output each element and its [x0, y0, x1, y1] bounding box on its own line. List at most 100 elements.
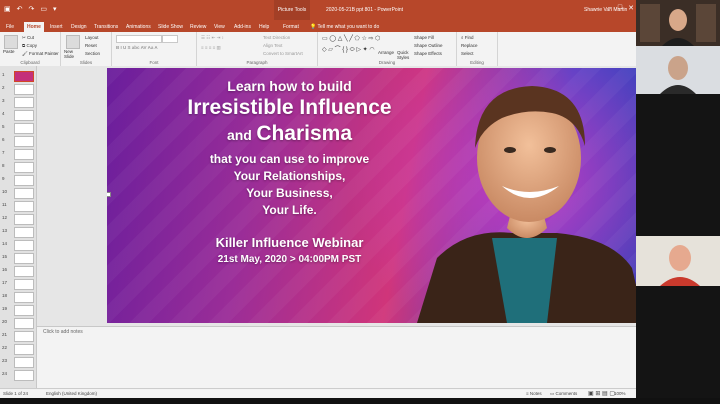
copy-button[interactable]: ⧉ Copy [22, 43, 37, 48]
shape-outline-button[interactable]: Shape Outline [414, 43, 443, 48]
thumbnail-slide[interactable]: 2 [2, 83, 34, 95]
redo-icon[interactable]: ↷ [29, 6, 35, 13]
thumbnail-slide[interactable]: 16 [2, 265, 34, 277]
slide-number: 16 [2, 267, 8, 272]
tab-file[interactable]: File [3, 22, 17, 32]
tab-slide-show[interactable]: Slide Show [155, 22, 186, 32]
format-painter-button[interactable]: 🖌 Format Painter [22, 51, 59, 57]
slide-subline-4: Your Life. [262, 203, 317, 217]
shapes-gallery-row2[interactable]: ◇ ▱ ⌒ { } ⬭ ▷ ✦ ◠ [322, 44, 375, 54]
notes-placeholder: Click to add notes [43, 329, 83, 335]
paste-icon[interactable] [4, 35, 18, 49]
presenter-photo[interactable] [407, 68, 636, 323]
comments-toggle[interactable]: ▭ Comments [550, 391, 577, 397]
font-size-box[interactable] [162, 35, 178, 43]
tell-me-box[interactable]: 💡 Tell me what you want to do [310, 22, 379, 32]
thumbnail-slide[interactable]: 15 [2, 252, 34, 264]
thumbnail-slide[interactable]: 7 [2, 148, 34, 160]
new-slide-icon[interactable] [66, 35, 80, 49]
notes-toggle[interactable]: ≡ Notes [526, 391, 542, 396]
cut-button[interactable]: ✂ Cut [22, 35, 34, 41]
thumbnail-slide[interactable]: 21 [2, 330, 34, 342]
tab-review[interactable]: Review [187, 22, 209, 32]
thumbnail-slide[interactable]: 11 [2, 200, 34, 212]
scissors-icon: ✂ [22, 35, 26, 40]
language-indicator[interactable]: English (United Kingdom) [46, 391, 97, 396]
thumbnail-slide[interactable]: 13 [2, 226, 34, 238]
slide-number: 7 [2, 150, 5, 155]
view-buttons[interactable]: ▣ ⊞ ▤ ▢ [588, 390, 615, 397]
close-icon[interactable]: ✕ [628, 4, 634, 12]
zoom-level[interactable]: 100% [614, 391, 626, 396]
slide-thumbnail [14, 201, 34, 212]
webcam-feed-empty [636, 286, 720, 398]
undo-icon[interactable]: ↶ [17, 6, 23, 13]
thumbnail-slide[interactable]: 4 [2, 109, 34, 121]
quick-styles-button[interactable]: Quick Styles [397, 50, 413, 60]
slide-number: 8 [2, 163, 5, 168]
slide-thumbnails-pane[interactable]: 1 2 3 4 5 6 7 8 9 10 11 12 13 14 15 16 1… [0, 66, 37, 388]
slide-thumbnail [14, 253, 34, 264]
current-slide[interactable]: Learn how to build Irresistible Influenc… [107, 68, 636, 323]
thumbnail-slide[interactable]: 10 [2, 187, 34, 199]
shape-effects-button[interactable]: Shape Effects [414, 51, 442, 56]
shape-fill-button[interactable]: Shape Fill [414, 35, 434, 40]
tab-add-ins[interactable]: Add-ins [231, 22, 254, 32]
save-icon[interactable]: ▣ [4, 6, 11, 13]
thumbnail-slide[interactable]: 14 [2, 239, 34, 251]
layout-button[interactable]: Layout [85, 35, 99, 40]
section-button[interactable]: Section [85, 51, 100, 56]
tab-insert[interactable]: Insert [47, 22, 66, 32]
thumbnail-slide[interactable]: 5 [2, 122, 34, 134]
align-text-button[interactable]: Align Text [263, 43, 282, 48]
thumbnail-slide[interactable]: 22 [2, 343, 34, 355]
charisma-text: Charisma [256, 122, 353, 145]
maximize-icon[interactable]: □ [618, 4, 622, 12]
font-format-icons[interactable]: B I U S abc AV Aa A [116, 45, 158, 50]
convert-smartart-button[interactable]: Convert to SmartArt [263, 51, 303, 56]
notes-pane[interactable]: Click to add notes [37, 326, 636, 389]
slides-group: New Slide Layout Reset Section Slides [61, 32, 112, 66]
align-icons[interactable]: ≡ ≡ ≡ ≡ ▥ [201, 45, 221, 51]
thumbnail-slide[interactable]: 1 [2, 70, 34, 82]
thumbnail-slide[interactable]: 20 [2, 317, 34, 329]
tab-format[interactable]: Format [280, 22, 302, 32]
thumbnail-slide[interactable]: 6 [2, 135, 34, 147]
font-name-box[interactable] [116, 35, 162, 43]
list-icons[interactable]: ☰ ☷ ⇤ ⇥ ↕ [201, 35, 224, 41]
tab-design[interactable]: Design [68, 22, 90, 32]
text-direction-button[interactable]: Text Direction [263, 35, 290, 40]
tab-help[interactable]: Help [256, 22, 272, 32]
paste-button[interactable]: Paste [3, 49, 15, 54]
tab-animations[interactable]: Animations [123, 22, 154, 32]
thumbnail-slide[interactable]: 8 [2, 161, 34, 173]
reset-button[interactable]: Reset [85, 43, 97, 48]
thumbnail-slide[interactable]: 3 [2, 96, 34, 108]
thumbnail-slide[interactable]: 23 [2, 356, 34, 368]
tab-view[interactable]: View [211, 22, 228, 32]
new-slide-button[interactable]: New Slide [64, 49, 84, 59]
selection-handle[interactable] [107, 192, 111, 197]
slide-thumbnail [14, 370, 34, 381]
tab-transitions[interactable]: Transitions [91, 22, 121, 32]
arrange-button[interactable]: Arrange [378, 50, 394, 55]
replace-button[interactable]: Replace [461, 43, 478, 48]
thumbnail-slide[interactable]: 9 [2, 174, 34, 186]
tab-home[interactable]: Home [24, 22, 44, 32]
thumbnail-slide[interactable]: 24 [2, 369, 34, 381]
thumbnail-slide[interactable]: 17 [2, 278, 34, 290]
ribbon-tabs: File Home Insert Design Transitions Anim… [0, 20, 636, 32]
shapes-gallery[interactable]: ▭ ◯ △ ╲ ╱ ⬠ ☆ ⇨ ⬡ [322, 35, 380, 42]
thumbnail-slide[interactable]: 19 [2, 304, 34, 316]
find-icon: ⌕ [461, 35, 464, 40]
cut-label: Cut [27, 35, 35, 40]
find-button[interactable]: ⌕ Find [461, 35, 474, 40]
select-button[interactable]: Select [461, 51, 474, 56]
thumbnail-slide[interactable]: 18 [2, 291, 34, 303]
minimize-icon[interactable]: – [608, 4, 612, 12]
start-presentation-icon[interactable]: ▭ [40, 6, 47, 13]
customize-qat-icon[interactable]: ▾ [53, 6, 57, 13]
slide-headline-charisma: and Charisma [147, 122, 432, 146]
thumbnail-slide[interactable]: 12 [2, 213, 34, 225]
slide-number: 3 [2, 98, 5, 103]
